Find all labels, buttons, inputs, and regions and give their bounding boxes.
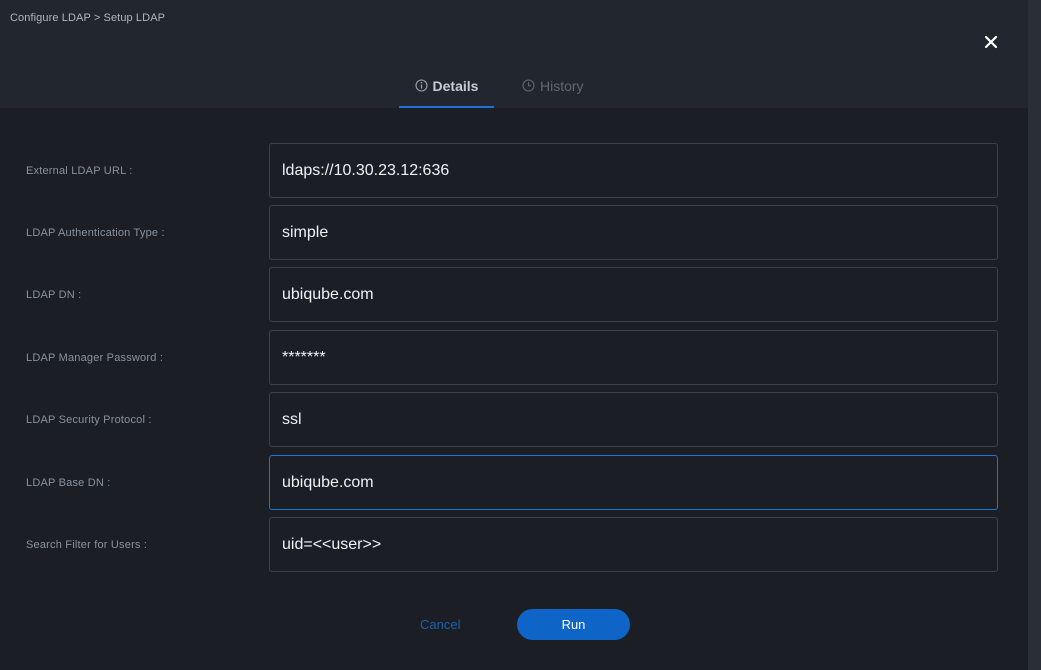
field-label: LDAP DN : [26, 289, 82, 301]
tab-history-label: History [540, 78, 584, 94]
ldap-authentication-type-input[interactable] [269, 205, 998, 260]
tab-details[interactable]: Details [399, 72, 494, 108]
form-row-ldap-dn: LDAP DN : [0, 267, 1028, 323]
ldap-base-dn-input[interactable] [269, 455, 998, 510]
modal-actions: Cancel Run [0, 609, 1028, 641]
form-row-ldap-base-dn: LDAP Base DN : [0, 455, 1028, 511]
clock-icon [522, 79, 535, 92]
external-ldap-url-input[interactable] [269, 143, 998, 198]
field-label: LDAP Authentication Type : [26, 227, 165, 239]
field-label: Search Filter for Users : [26, 539, 148, 551]
field-label: External LDAP URL : [26, 165, 133, 177]
setup-ldap-modal: Configure LDAP > Setup LDAP Details Hist… [0, 0, 1041, 670]
form-row-ldap-authentication-type: LDAP Authentication Type : [0, 205, 1028, 261]
close-button[interactable] [980, 31, 1002, 53]
form-row-external-ldap-url: External LDAP URL : [0, 143, 1028, 199]
tab-history[interactable]: History [522, 72, 602, 108]
form-row-ldap-manager-password: LDAP Manager Password : [0, 330, 1028, 386]
breadcrumb: Configure LDAP > Setup LDAP [10, 12, 166, 24]
search-filter-users-input[interactable] [269, 517, 998, 572]
tab-bar: Details History [0, 72, 1028, 108]
modal-header: Configure LDAP > Setup LDAP Details Hist… [0, 0, 1028, 108]
run-button[interactable]: Run [517, 609, 630, 640]
field-label: LDAP Security Protocol : [26, 414, 152, 426]
form-row-search-filter-users: Search Filter for Users : [0, 517, 1028, 573]
scrollbar-track[interactable] [1028, 0, 1041, 670]
close-icon [984, 35, 998, 49]
form-row-ldap-security-protocol: LDAP Security Protocol : [0, 392, 1028, 448]
field-label: LDAP Manager Password : [26, 352, 164, 364]
field-label: LDAP Base DN : [26, 477, 111, 489]
ldap-dn-input[interactable] [269, 267, 998, 322]
cancel-button[interactable]: Cancel [420, 617, 460, 632]
ldap-security-protocol-input[interactable] [269, 392, 998, 447]
tab-details-label: Details [432, 78, 479, 94]
info-circle-icon [414, 79, 428, 92]
ldap-manager-password-input[interactable] [269, 330, 998, 385]
